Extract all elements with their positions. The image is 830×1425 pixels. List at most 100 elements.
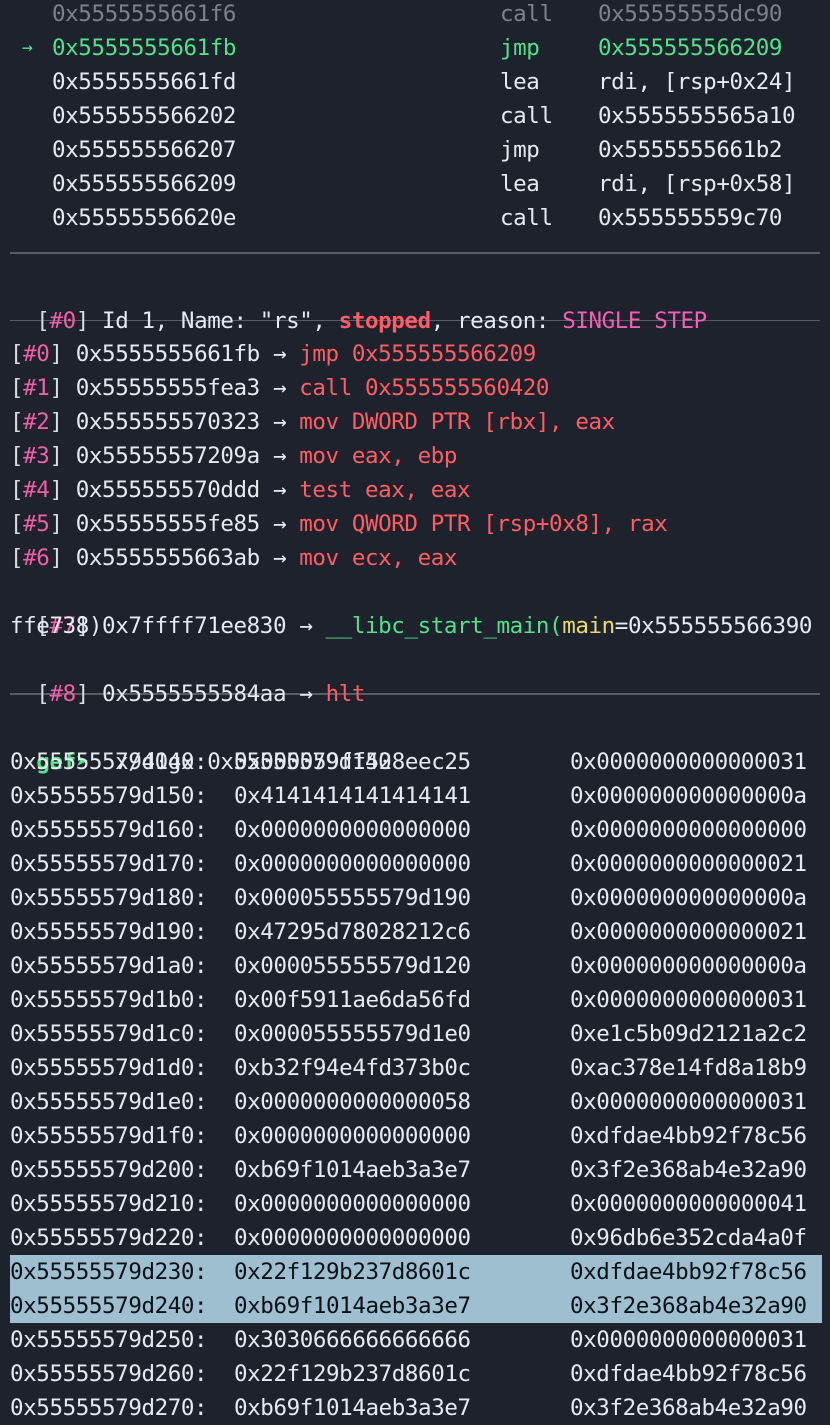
thread-reason-label: , reason: (430, 307, 563, 334)
memory-address: 0x55555579d220: (10, 1224, 208, 1251)
trace-row: [#0] 0x5555555661fb → jmp 0x555555566209 (10, 337, 830, 371)
trace-bracket-open: [ (10, 477, 24, 503)
memory-row[interactable]: 0x55555579d270: 0xb69f1014aeb3a3e7 0x3f2e3… (0, 1391, 830, 1425)
memory-row[interactable]: 0x55555579d170: 0x0000000000000000 0x00000… (0, 847, 830, 881)
trace-address: 0x5555555661fb (75, 341, 260, 367)
memory-row[interactable]: 0x55555579d200: 0xb69f1014aeb3a3e7 0x3f2e3… (0, 1153, 830, 1187)
disasm-address: 0x555555566207 (52, 137, 237, 163)
trace-row: [#5] 0x55555555fe85 → mov QWORD PTR [rsp… (10, 507, 830, 541)
disasm-row: 0x5555555661f6 call 0x55555555dc90 (0, 0, 830, 31)
memory-qword-1: 0x4141414141414141 (234, 782, 471, 809)
trace-instruction: mov DWORD PTR [rbx], eax (299, 409, 615, 435)
memory-row[interactable]: 0x55555579d210: 0x0000000000000000 0x00000… (0, 1187, 830, 1221)
trace-bracket-open: [ (10, 409, 24, 435)
disasm-address: 0x5555555661fd (52, 69, 237, 95)
memory-row[interactable]: 0x55555579d1b0: 0x00f5911ae6da56fd 0x00000… (0, 983, 830, 1017)
memory-row[interactable]: 0x55555579d150: 0x4141414141414141 0x00000… (0, 779, 830, 813)
memory-row[interactable]: 0x55555579d220: 0x0000000000000000 0x96db6… (0, 1221, 830, 1255)
trace-bracket-open: [ (10, 511, 24, 537)
arrow-icon: → (272, 375, 287, 401)
memory-qword-1: 0x3030666666666666 (234, 1326, 471, 1353)
trace-bracket-close: ] (49, 341, 76, 367)
trace-instruction: mov QWORD PTR [rsp+0x8], rax (299, 511, 668, 537)
memory-qword-2: 0x3f2e368ab4e32a90 (570, 1394, 807, 1421)
memory-row[interactable]: 0x55555579d1c0: 0x000055555579d1e0 0xe1c5b… (0, 1017, 830, 1051)
memory-address: 0x55555579d150: (10, 782, 208, 809)
disasm-opcode: call (500, 103, 553, 129)
trace-index: #4 (23, 477, 50, 503)
memory-address: 0x55555579d190: (10, 918, 208, 945)
memory-address: 0x55555579d170: (10, 850, 208, 877)
disasm-row: 0x5555555661fd lea rdi, [rsp+0x24] (0, 65, 830, 99)
memory-qword-2: 0x0000000000000031 (570, 748, 807, 775)
memory-address: 0x55555579d140: (10, 748, 208, 775)
memory-address: 0x55555579d160: (10, 816, 208, 843)
memory-row[interactable]: 0x55555579d1a0: 0x000055555579d120 0x00000… (0, 949, 830, 983)
memory-row[interactable]: 0x55555579d160: 0x0000000000000000 0x00000… (0, 813, 830, 847)
memory-qword-2: 0x3f2e368ab4e32a90 (570, 1156, 807, 1183)
memory-qword-1: 0x22f129b237d8601c (234, 1258, 471, 1285)
trace-address: 0x555555570ddd (75, 477, 260, 503)
memory-qword-2: 0x0000000000000000 (570, 816, 807, 843)
trace-bracket-close: ] (75, 681, 103, 707)
disasm-address: 0x5555555661f6 (52, 1, 237, 27)
command-prompt-line[interactable]: gef➤ x/40gx 0x55555579d140 (0, 711, 830, 775)
memory-qword-1: 0x47295d78028212c6 (234, 918, 471, 945)
memory-qword-1: 0x000055555579d1e0 (234, 1020, 471, 1047)
trace-instruction: hlt (325, 681, 366, 707)
thread-reason: SINGLE STEP (562, 307, 707, 334)
memory-row[interactable]: 0x55555579d230: 0x22f129b237d8601c 0xdfdae… (0, 1254, 830, 1289)
arrow-icon: → (272, 545, 287, 571)
trace-instruction: test eax, eax (299, 477, 471, 503)
disasm-row: 0x555555566209 lea rdi, [rsp+0x58] (0, 167, 830, 201)
disasm-operand: 0x555555559c70 (598, 205, 783, 231)
disasm-opcode: jmp (500, 137, 540, 163)
memory-row[interactable]: 0x55555579d180: 0x000055555579d190 0x00000… (0, 881, 830, 915)
trace-row-libc: [#7] 0x7ffff71ee830 → __libc_start_main(… (0, 575, 830, 639)
memory-qword-2: 0xdfdae4bb92f78c56 (570, 1360, 807, 1387)
memory-qword-2: 0x000000000000000a (570, 884, 807, 911)
disasm-row: → 0x5555555661fb jmp 0x555555566209 (0, 31, 830, 65)
trace-instruction: call 0x555555560420 (299, 375, 550, 401)
memory-qword-2: 0x3f2e368ab4e32a90 (570, 1292, 807, 1319)
disassembly-view: 0x5555555661f6 call 0x55555555dc90 → 0x55555… (0, 0, 830, 235)
memory-row[interactable]: 0x55555579d250: 0x3030666666666666 0x00000… (0, 1323, 830, 1357)
memory-qword-2: 0x0000000000000021 (570, 850, 807, 877)
memory-row[interactable]: 0x55555579d240: 0xb69f1014aeb3a3e7 0x3f2e3… (0, 1288, 830, 1323)
memory-address: 0x55555579d240: (10, 1292, 208, 1319)
trace-index: #1 (23, 375, 50, 401)
trace-bracket-open: [ (10, 341, 24, 367)
memory-qword-1: 0x0000000000000000 (234, 816, 471, 843)
thread-status-line: [#0] Id 1, Name: "rs", stopped, reason: … (0, 270, 830, 334)
trace-bracket-open: [ (10, 443, 24, 469)
trace-index: #6 (23, 545, 50, 571)
memory-row[interactable]: 0x55555579d140: 0x000059ff528eec25 0x00000… (0, 745, 830, 779)
trace-address: 0x5555555584aa (102, 681, 287, 707)
memory-row[interactable]: 0x55555579d190: 0x47295d78028212c6 0x00000… (0, 915, 830, 949)
backtrace-view: [#0] 0x5555555661fb → jmp 0x555555566209… (0, 337, 830, 575)
disasm-opcode: jmp (500, 35, 540, 61)
disasm-address: 0x55555556620e (52, 205, 237, 231)
memory-qword-1: 0xb69f1014aeb3a3e7 (234, 1394, 471, 1421)
memory-row[interactable]: 0x55555579d1e0: 0x0000000000000058 0x00000… (0, 1085, 830, 1119)
memory-qword-1: 0x0000000000000000 (234, 1224, 471, 1251)
trace-address: 0x55555555fe85 (75, 511, 260, 537)
trace-bracket-close: ] (49, 477, 76, 503)
memory-qword-1: 0x0000000000000000 (234, 850, 471, 877)
trace-row: [#8] 0x5555555584aa → hlt (0, 643, 830, 707)
trace-bracket-open: [ (10, 375, 24, 401)
arrow-icon: → (272, 477, 287, 503)
memory-qword-2: 0x96db6e352cda4a0f (570, 1224, 807, 1251)
memory-row[interactable]: 0x55555579d1d0: 0xb32f94e4fd373b0c 0xac378… (0, 1051, 830, 1085)
trace-index: #8 (49, 681, 76, 707)
trace-address: 0x5555555663ab (75, 545, 260, 571)
memory-qword-1: 0xb32f94e4fd373b0c (234, 1054, 471, 1081)
arrow-icon: → (272, 443, 287, 469)
memory-row[interactable]: 0x55555579d1f0: 0x0000000000000000 0xdfdae… (0, 1119, 830, 1153)
thread-bracket-close: ] (75, 307, 90, 334)
memory-qword-1: 0x0000000000000000 (234, 1122, 471, 1149)
memory-address: 0x55555579d1c0: (10, 1020, 208, 1047)
trace-address: 0x555555570323 (75, 409, 260, 435)
memory-address: 0x55555579d1e0: (10, 1088, 208, 1115)
memory-row[interactable]: 0x55555579d260: 0x22f129b237d8601c 0xdfdae… (0, 1357, 830, 1391)
